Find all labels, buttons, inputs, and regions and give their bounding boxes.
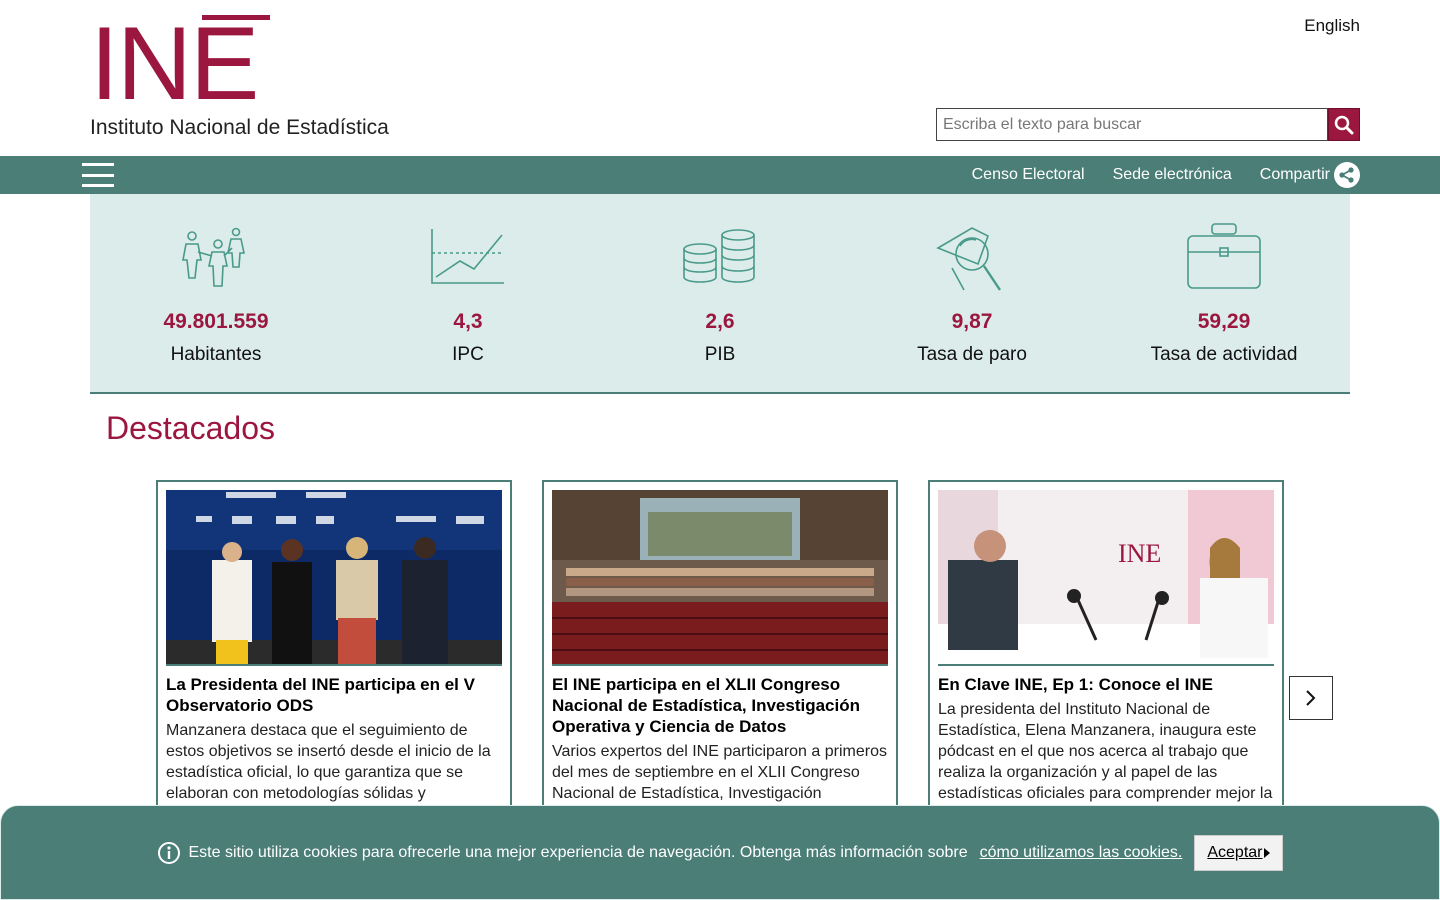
caret-right-icon [1264, 847, 1271, 858]
svg-text:INE: INE [1118, 539, 1161, 568]
nav-compartir[interactable]: Compartir [1260, 162, 1360, 188]
search-icon [1334, 115, 1354, 134]
indicator-tasa-paro[interactable]: 9,87 Tasa de paro [846, 194, 1098, 392]
cookie-text: Este sitio utiliza cookies para ofrecerl… [188, 843, 968, 861]
destacados-title: Destacados [106, 410, 275, 446]
news-card[interactable]: El INE participa en el XLII Congreso Nac… [542, 480, 898, 820]
indicator-value: 49.801.559 [163, 310, 269, 333]
news-summary: Varios expertos del INE participaron a p… [552, 743, 887, 802]
search-form [936, 108, 1360, 141]
accept-cookies-button[interactable]: Aceptar [1194, 834, 1284, 871]
logo-subtitle: Instituto Nacional de Estadística [90, 116, 389, 139]
indicator-pib[interactable]: 2,6 PIB [594, 194, 846, 392]
indicator-label: Habitantes [170, 344, 262, 365]
coins-icon [680, 220, 760, 294]
indicator-value: 59,29 [1197, 310, 1251, 333]
news-image [166, 490, 502, 666]
cookie-banner: Este sitio utiliza cookies para ofrecerl… [0, 805, 1440, 900]
news-card[interactable]: INE En Clave INE, Ep 1: Conoce el INE La… [928, 480, 1284, 820]
indicator-value: 2,6 [705, 310, 735, 333]
indicator-habitantes[interactable]: 49.801.559 Habitantes [90, 194, 342, 392]
cookie-policy-link[interactable]: cómo utilizamos las cookies. [980, 844, 1183, 862]
indicator-value: 9,87 [951, 310, 993, 333]
compartir-label: Compartir [1259, 166, 1330, 183]
magnifier-icon [932, 220, 1012, 294]
destacados-carousel: La Presidenta del INE participa en el V … [156, 480, 1296, 820]
main-navbar: Censo Electoral Sede electrónica Compart… [0, 156, 1440, 194]
line-chart-icon [428, 220, 508, 294]
nav-censo-electoral[interactable]: Censo Electoral [972, 166, 1085, 184]
indicator-value: 4,3 [453, 310, 483, 333]
share-icon [1334, 162, 1360, 188]
indicator-ipc[interactable]: 4,3 IPC [342, 194, 594, 392]
menu-icon[interactable] [82, 163, 114, 187]
indicator-label: Tasa de actividad [1150, 344, 1298, 365]
news-title: En Clave INE, Ep 1: Conoce el INE [938, 675, 1213, 694]
news-image: INE [938, 490, 1274, 666]
ine-logo[interactable]: INE Instituto Nacional de Estadística [90, 6, 420, 144]
news-title: El INE participa en el XLII Congreso Nac… [552, 675, 860, 736]
news-image [552, 490, 888, 666]
search-button[interactable] [1328, 108, 1360, 141]
accept-label: Aceptar [1207, 843, 1263, 861]
logo-mark: INE [90, 6, 259, 122]
news-summary: La presidenta del Instituto Nacional de … [938, 701, 1273, 802]
indicator-tasa-actividad[interactable]: 59,29 Tasa de actividad [1098, 194, 1350, 392]
indicator-label: IPC [452, 344, 484, 365]
briefcase-icon [1184, 220, 1264, 294]
indicators-panel: 49.801.559 Habitantes 4,3 IPC 2,6 PIB 9,… [90, 194, 1350, 394]
news-title: La Presidenta del INE participa en el V … [166, 675, 475, 715]
carousel-next-button[interactable] [1289, 676, 1333, 720]
page: INE Instituto Nacional de Estadística En… [0, 0, 1440, 900]
indicator-label: Tasa de paro [917, 344, 1027, 365]
language-link[interactable]: English [1304, 16, 1360, 36]
search-input[interactable] [936, 108, 1328, 141]
site-header: INE Instituto Nacional de Estadística En… [0, 0, 1440, 156]
chevron-right-icon [1306, 690, 1316, 706]
people-icon [176, 220, 256, 294]
news-card[interactable]: La Presidenta del INE participa en el V … [156, 480, 512, 820]
nav-sede-electronica[interactable]: Sede electrónica [1113, 166, 1232, 184]
news-summary: Manzanera destaca que el seguimiento de … [166, 722, 491, 802]
nav-links: Censo Electoral Sede electrónica Compart… [972, 156, 1360, 194]
info-icon [157, 841, 180, 864]
indicator-label: PIB [704, 344, 736, 365]
